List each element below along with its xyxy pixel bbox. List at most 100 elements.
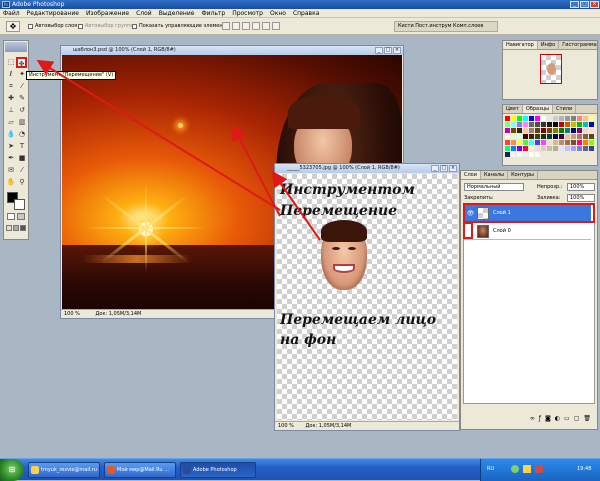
align-top-icon[interactable] [222,22,230,30]
color-swatch[interactable] [559,116,564,121]
color-swatch[interactable] [577,116,582,121]
dodge-tool-icon[interactable]: ◔ [17,129,27,139]
tab-swatches[interactable]: Образцы [522,105,554,113]
palette-well[interactable]: Кисти Пост.инструм Комп.слоев [394,21,498,32]
doc-minimize-button[interactable]: _ [375,47,383,54]
color-swatch[interactable] [505,140,510,145]
marquee-tool-icon[interactable]: ⬚ [6,57,16,67]
color-swatch[interactable] [541,134,546,139]
clock[interactable]: 19:48 [577,466,591,472]
taskbar-button-mail[interactable]: tmyuk_rezvie@mail.ru [28,462,100,478]
color-swatch[interactable] [553,122,558,127]
slice-tool-icon[interactable]: ⁄ [17,81,27,91]
color-swatch[interactable] [511,140,516,145]
color-swatch[interactable] [523,134,528,139]
language-indicator[interactable]: RU [487,466,494,472]
menu-filter[interactable]: Фильтр [201,9,225,17]
menu-view[interactable]: Просмотр [232,9,263,17]
tab-channels[interactable]: Каналы [481,171,509,179]
color-swatch[interactable] [523,128,528,133]
color-swatch[interactable] [547,146,552,151]
adjustment-layer-icon[interactable]: ◐ [555,415,560,422]
layer-style-icon[interactable]: ƒ [539,415,541,422]
eyedropper-icon[interactable]: ⁄ [17,165,27,175]
color-swatch[interactable] [511,122,516,127]
color-swatch[interactable] [565,134,570,139]
lasso-tool-icon[interactable]: ℓ [6,69,16,79]
brush-tool-icon[interactable]: ✎ [17,93,27,103]
color-swatch[interactable] [589,140,594,145]
color-swatch[interactable] [559,146,564,151]
tab-navigator[interactable]: Навигатор [503,41,538,49]
color-swatch[interactable] [511,152,516,157]
color-swatch[interactable] [547,116,552,121]
color-swatch[interactable] [517,152,522,157]
color-swatch[interactable] [517,134,522,139]
align-middle-icon[interactable] [232,22,240,30]
color-swatch[interactable] [571,146,576,151]
network-icon[interactable] [511,465,519,473]
zoom-level[interactable]: 100 % [64,311,80,317]
minimize-button[interactable]: _ [570,1,579,8]
align-right-icon[interactable] [272,22,280,30]
color-swatch[interactable] [553,134,558,139]
color-swatch[interactable] [529,152,534,157]
color-swatch[interactable] [541,146,546,151]
color-swatch[interactable] [565,116,570,121]
color-swatch[interactable] [511,116,516,121]
color-swatch[interactable] [523,140,528,145]
color-swatch[interactable] [571,140,576,145]
color-swatch[interactable] [553,128,558,133]
tab-styles[interactable]: Стили [553,105,577,113]
navigator-preview[interactable] [540,54,562,84]
color-swatch[interactable] [535,116,540,121]
color-swatch[interactable] [583,116,588,121]
menu-file[interactable]: Файл [3,9,20,17]
color-swatch[interactable] [583,134,588,139]
gradient-tool-icon[interactable]: ▥ [17,117,27,127]
color-swatch[interactable] [529,134,534,139]
color-swatch[interactable] [565,122,570,127]
color-swatch[interactable] [547,140,552,145]
color-swatch[interactable] [577,134,582,139]
color-swatch[interactable] [589,116,594,121]
screen-mode-full-menu-icon[interactable] [13,225,19,231]
color-swatch[interactable] [535,140,540,145]
color-swatch[interactable] [547,128,552,133]
color-swatch[interactable] [547,134,552,139]
color-swatch[interactable] [505,152,510,157]
shape-tool-icon[interactable]: ■ [17,153,27,163]
color-swatch[interactable] [589,134,594,139]
color-swatch[interactable] [511,128,516,133]
document-title-bar[interactable]: шаблон3.psd @ 100% (Слой 1, RGB/8#) _ □ … [61,46,403,55]
color-swatch[interactable] [559,140,564,145]
maximize-button[interactable]: □ [580,1,589,8]
close-button[interactable]: × [590,1,599,8]
history-brush-icon[interactable]: ↺ [17,105,27,115]
color-swatch[interactable] [517,146,522,151]
screen-mode-full-icon[interactable] [20,225,26,231]
tab-histogram[interactable]: Гистограмма [559,41,600,49]
color-swatch[interactable] [565,128,570,133]
color-swatch[interactable] [511,146,516,151]
blur-tool-icon[interactable]: 💧 [6,129,16,139]
color-swatch[interactable] [571,116,576,121]
align-center-icon[interactable] [262,22,270,30]
menu-edit[interactable]: Редактирование [27,9,79,17]
move-tool-icon[interactable]: ✥ [16,57,27,68]
color-swatch[interactable] [523,152,528,157]
color-swatch[interactable] [505,122,510,127]
layer-mask-icon[interactable]: ◙ [545,415,551,422]
color-swatch[interactable] [529,116,534,121]
move-tool-preset-icon[interactable]: ✥ [6,21,20,32]
tab-layers[interactable]: Слои [461,171,481,179]
color-swatch[interactable] [505,128,510,133]
opacity-input[interactable]: 100% [567,183,595,191]
new-group-icon[interactable]: ▭ [564,415,570,422]
color-swatch[interactable] [577,140,582,145]
color-swatch[interactable] [583,128,588,133]
color-swatch[interactable] [511,134,516,139]
align-left-icon[interactable] [252,22,260,30]
tab-paths[interactable]: Контуры [508,171,538,179]
zoom-level[interactable]: 100 % [278,423,294,429]
